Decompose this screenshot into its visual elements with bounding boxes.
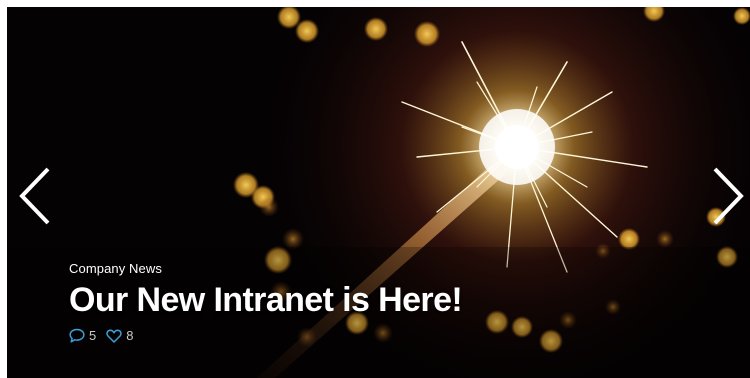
- comments-count: 5: [89, 328, 97, 343]
- slide-caption: Company News Our New Intranet is Here! 5…: [69, 261, 463, 343]
- chevron-right-icon: [713, 167, 744, 225]
- slide-meta: 5 8: [69, 328, 462, 343]
- carousel-next-button[interactable]: [706, 163, 750, 229]
- slide-title-link[interactable]: Our New Intranet is Here!: [69, 280, 463, 320]
- hero-carousel: Company News Our New Intranet is Here! 5…: [7, 7, 750, 378]
- heart-icon: [106, 329, 122, 343]
- speech-bubble-icon: [69, 328, 85, 343]
- chevron-left-icon: [19, 167, 50, 225]
- carousel-prev-button[interactable]: [13, 163, 57, 229]
- comments-counter[interactable]: 5: [69, 328, 96, 343]
- likes-count: 8: [126, 328, 134, 343]
- slide-category-link[interactable]: Company News: [69, 261, 462, 276]
- likes-counter[interactable]: 8: [106, 328, 133, 343]
